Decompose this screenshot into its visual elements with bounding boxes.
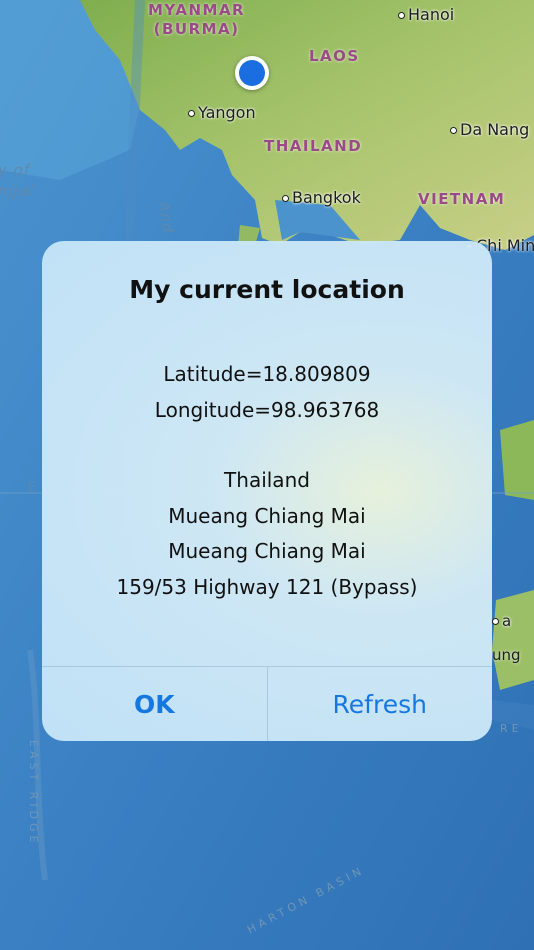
map-label-partial-ung: ung (492, 646, 521, 664)
location-alert-dialog: My current location Latitude=18.809809 L… (42, 241, 492, 741)
street-text: 159/53 Highway 121 (Bypass) (116, 574, 418, 599)
map-label-thailand: THAILAND (264, 137, 363, 155)
screen: MYANMAR (BURMA) LAOS THAILAND VIETNAM Ha… (0, 0, 534, 950)
ok-button[interactable]: OK (42, 667, 267, 741)
map-label-partial-re: RE (500, 722, 523, 735)
current-location-marker[interactable] (235, 56, 269, 90)
alert-title: My current location (129, 275, 405, 304)
map-label-bay-of-bengal-1: y of (0, 161, 31, 179)
map-label-east-ridge: EAST RIDGE (27, 740, 40, 847)
message-gap (42, 428, 492, 463)
country-text: Thailand (224, 468, 310, 492)
map-label-yangon: Yangon (188, 103, 256, 122)
district-text: Mueang Chiang Mai (168, 503, 366, 528)
myanmar-label: MYANMAR (148, 1, 246, 19)
subdistrict-text: Mueang Chiang Mai (168, 539, 366, 563)
map-label-hanoi: Hanoi (398, 5, 454, 24)
current-location-dot (239, 60, 265, 86)
alert-message: Latitude=18.809809 Longitude=98.963768 T… (42, 357, 492, 605)
map-label-equator-mark: E (28, 480, 37, 494)
map-label-da-nang: Da Nang (450, 120, 529, 139)
latitude-text: Latitude=18.809809 (163, 362, 371, 386)
map-label-partial-a: a (492, 612, 511, 630)
refresh-button[interactable]: Refresh (268, 667, 493, 741)
burma-label: (BURMA) (153, 20, 240, 38)
map-label-bangkok: Bangkok (282, 188, 361, 207)
map-label-myanmar: MYANMAR (BURMA) (148, 1, 245, 39)
map-label-laos: LAOS (309, 47, 360, 65)
map-label-bay-of-bengal-2: ngal (0, 182, 35, 200)
alert-button-bar: OK Refresh (42, 666, 492, 741)
longitude-text: Longitude=98.963768 (154, 397, 380, 422)
map-label-vietnam: VIETNAM (418, 190, 506, 208)
partial-a-text: a (502, 612, 512, 630)
